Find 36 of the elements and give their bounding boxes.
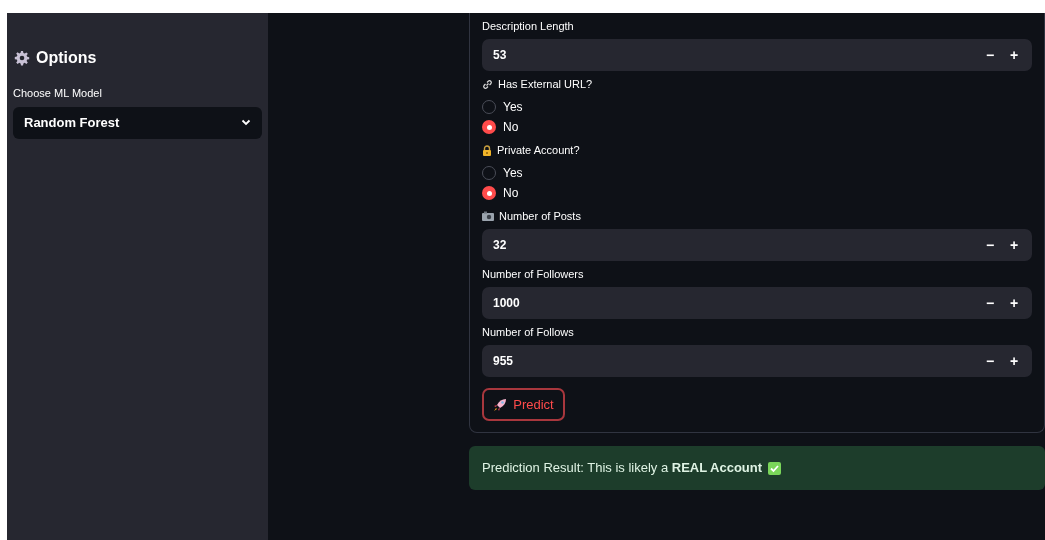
radio-label[interactable]: Yes — [503, 164, 523, 182]
decrement-button[interactable]: − — [978, 233, 1002, 257]
decrement-button[interactable]: − — [978, 43, 1002, 67]
increment-button[interactable]: + — [1002, 43, 1026, 67]
increment-button[interactable]: + — [1002, 291, 1026, 315]
radio-button[interactable] — [482, 120, 496, 134]
sidebar-title: Options — [36, 48, 97, 68]
result-message: Prediction Result: This is likely a REAL Account — [482, 459, 763, 478]
radio-label[interactable]: No — [503, 118, 519, 136]
radio-label[interactable]: No — [503, 184, 519, 202]
field-label: Description Length — [482, 18, 574, 34]
chevron-down-icon — [241, 119, 251, 126]
field-label: Number of Posts — [499, 208, 581, 224]
rocket-icon — [493, 397, 508, 412]
lock-icon — [482, 144, 492, 156]
field-label: Number of Followers — [482, 266, 584, 282]
number-input[interactable]: 955 − + — [482, 345, 1032, 377]
decrement-button[interactable]: − — [978, 349, 1002, 373]
gear-icon — [14, 50, 30, 66]
predict-button[interactable]: Predict — [482, 388, 565, 421]
increment-button[interactable]: + — [1002, 233, 1026, 257]
model-select[interactable]: Random Forest — [13, 106, 262, 139]
field-label: Private Account? — [497, 142, 580, 158]
radio-label[interactable]: Yes — [503, 98, 523, 116]
field-label: Has External URL? — [498, 76, 593, 92]
decrement-button[interactable]: − — [978, 291, 1002, 315]
number-input[interactable]: 32 − + — [482, 229, 1032, 261]
check-mark-icon — [768, 461, 782, 475]
number-input[interactable]: 53 − + — [482, 39, 1032, 71]
number-input[interactable]: 1000 − + — [482, 287, 1032, 319]
field-label: Number of Follows — [482, 324, 574, 340]
select-label: Choose ML Model — [13, 86, 103, 101]
increment-button[interactable]: + — [1002, 349, 1026, 373]
camera-icon — [482, 211, 494, 221]
radio-button[interactable] — [482, 186, 496, 200]
link-icon — [482, 78, 493, 90]
